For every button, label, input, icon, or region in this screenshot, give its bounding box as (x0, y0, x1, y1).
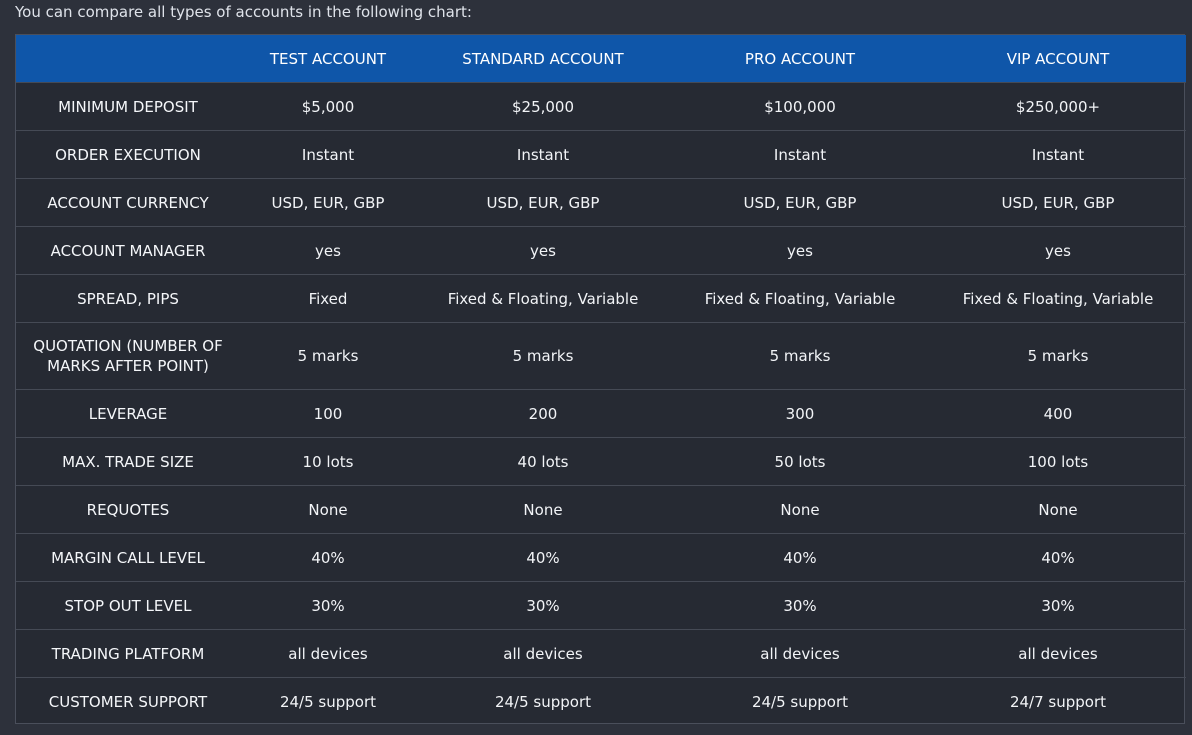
row-label: MINIMUM DEPOSIT (16, 82, 240, 131)
table-cell: 200 (416, 389, 670, 438)
table-row: REQUOTES None None None None (16, 485, 1186, 534)
row-label: ORDER EXECUTION (16, 130, 240, 179)
row-label: ACCOUNT MANAGER (16, 226, 240, 275)
table-cell: $25,000 (416, 82, 670, 131)
table-cell: 24/5 support (240, 677, 416, 725)
row-label: SPREAD, PIPS (16, 274, 240, 323)
table-cell: 100 lots (930, 437, 1186, 486)
table-cell: $250,000+ (930, 82, 1186, 131)
header-standard-account: STANDARD ACCOUNT (462, 49, 624, 68)
table-row: TRADING PLATFORM all devices all devices… (16, 629, 1186, 678)
table-row: ORDER EXECUTION Instant Instant Instant … (16, 130, 1186, 179)
table-cell: Instant (930, 130, 1186, 179)
table-cell: 400 (930, 389, 1186, 438)
table-cell: yes (240, 226, 416, 275)
table-cell: 30% (930, 581, 1186, 630)
row-label: REQUOTES (16, 485, 240, 534)
table-cell: all devices (416, 629, 670, 678)
table-cell: USD, EUR, GBP (240, 178, 416, 227)
table-cell: None (240, 485, 416, 534)
header-test-account: TEST ACCOUNT (269, 49, 387, 68)
table-cell: all devices (670, 629, 930, 678)
row-label: STOP OUT LEVEL (16, 581, 240, 630)
table-cell: 24/5 support (416, 677, 670, 725)
header-blank-cell (16, 35, 240, 83)
table-cell: None (670, 485, 930, 534)
row-label: TRADING PLATFORM (16, 629, 240, 678)
table-cell: None (930, 485, 1186, 534)
intro-text: You can compare all types of accounts in… (15, 3, 472, 21)
table-cell: yes (670, 226, 930, 275)
table-cell: Fixed & Floating, Variable (930, 274, 1186, 323)
table-cell: 40% (930, 533, 1186, 582)
table-cell: 50 lots (670, 437, 930, 486)
table-cell: 40% (240, 533, 416, 582)
table-cell: yes (416, 226, 670, 275)
table-cell: 24/5 support (670, 677, 930, 725)
row-label: MAX. TRADE SIZE (16, 437, 240, 486)
table-cell: all devices (240, 629, 416, 678)
table-cell: None (416, 485, 670, 534)
table-cell: 30% (416, 581, 670, 630)
table-cell: 24/7 support (930, 677, 1186, 725)
table-cell: Fixed & Floating, Variable (416, 274, 670, 323)
row-label: ACCOUNT CURRENCY (16, 178, 240, 227)
row-label: MARGIN CALL LEVEL (16, 533, 240, 582)
table-cell: 40% (670, 533, 930, 582)
table-cell: USD, EUR, GBP (930, 178, 1186, 227)
table-cell: yes (930, 226, 1186, 275)
table-row: MAX. TRADE SIZE 10 lots 40 lots 50 lots … (16, 437, 1186, 486)
table-cell: USD, EUR, GBP (416, 178, 670, 227)
table-cell: Instant (240, 130, 416, 179)
table-cell: USD, EUR, GBP (670, 178, 930, 227)
table-row: SPREAD, PIPS Fixed Fixed & Floating, Var… (16, 274, 1186, 323)
table-cell: $100,000 (670, 82, 930, 131)
comparison-table: TEST ACCOUNT STANDARD ACCOUNT PRO ACCOUN… (16, 35, 1186, 725)
table-cell: all devices (930, 629, 1186, 678)
row-label: QUOTATION (NUMBER OF MARKS AFTER POINT) (16, 322, 240, 390)
table-cell: 5 marks (670, 322, 930, 390)
table-header-row: TEST ACCOUNT STANDARD ACCOUNT PRO ACCOUN… (16, 35, 1186, 83)
header-pro-account: PRO ACCOUNT (744, 49, 856, 68)
table-cell: 300 (670, 389, 930, 438)
table-cell: 40% (416, 533, 670, 582)
table-row: CUSTOMER SUPPORT 24/5 support 24/5 suppo… (16, 677, 1186, 725)
table-row: STOP OUT LEVEL 30% 30% 30% 30% (16, 581, 1186, 630)
row-label: CUSTOMER SUPPORT (16, 677, 240, 725)
table-row: LEVERAGE 100 200 300 400 (16, 389, 1186, 438)
table-row: MARGIN CALL LEVEL 40% 40% 40% 40% (16, 533, 1186, 582)
table-cell: Fixed (240, 274, 416, 323)
table-row: QUOTATION (NUMBER OF MARKS AFTER POINT) … (16, 322, 1186, 390)
table-row: ACCOUNT CURRENCY USD, EUR, GBP USD, EUR,… (16, 178, 1186, 227)
account-comparison-table: TEST ACCOUNT STANDARD ACCOUNT PRO ACCOUN… (15, 34, 1186, 725)
table-cell: 5 marks (930, 322, 1186, 390)
row-label: LEVERAGE (16, 389, 240, 438)
table-cell: 40 lots (416, 437, 670, 486)
table-cell: 10 lots (240, 437, 416, 486)
table-row: MINIMUM DEPOSIT $5,000 $25,000 $100,000 … (16, 82, 1186, 131)
table-cell: Fixed & Floating, Variable (670, 274, 930, 323)
header-vip-account: VIP ACCOUNT (1006, 49, 1110, 68)
table-cell: 100 (240, 389, 416, 438)
table-cell: $5,000 (240, 82, 416, 131)
table-cell: 30% (670, 581, 930, 630)
table-cell: 5 marks (240, 322, 416, 390)
table-cell: 5 marks (416, 322, 670, 390)
table-row: ACCOUNT MANAGER yes yes yes yes (16, 226, 1186, 275)
table-cell: 30% (240, 581, 416, 630)
table-cell: Instant (670, 130, 930, 179)
table-cell: Instant (416, 130, 670, 179)
